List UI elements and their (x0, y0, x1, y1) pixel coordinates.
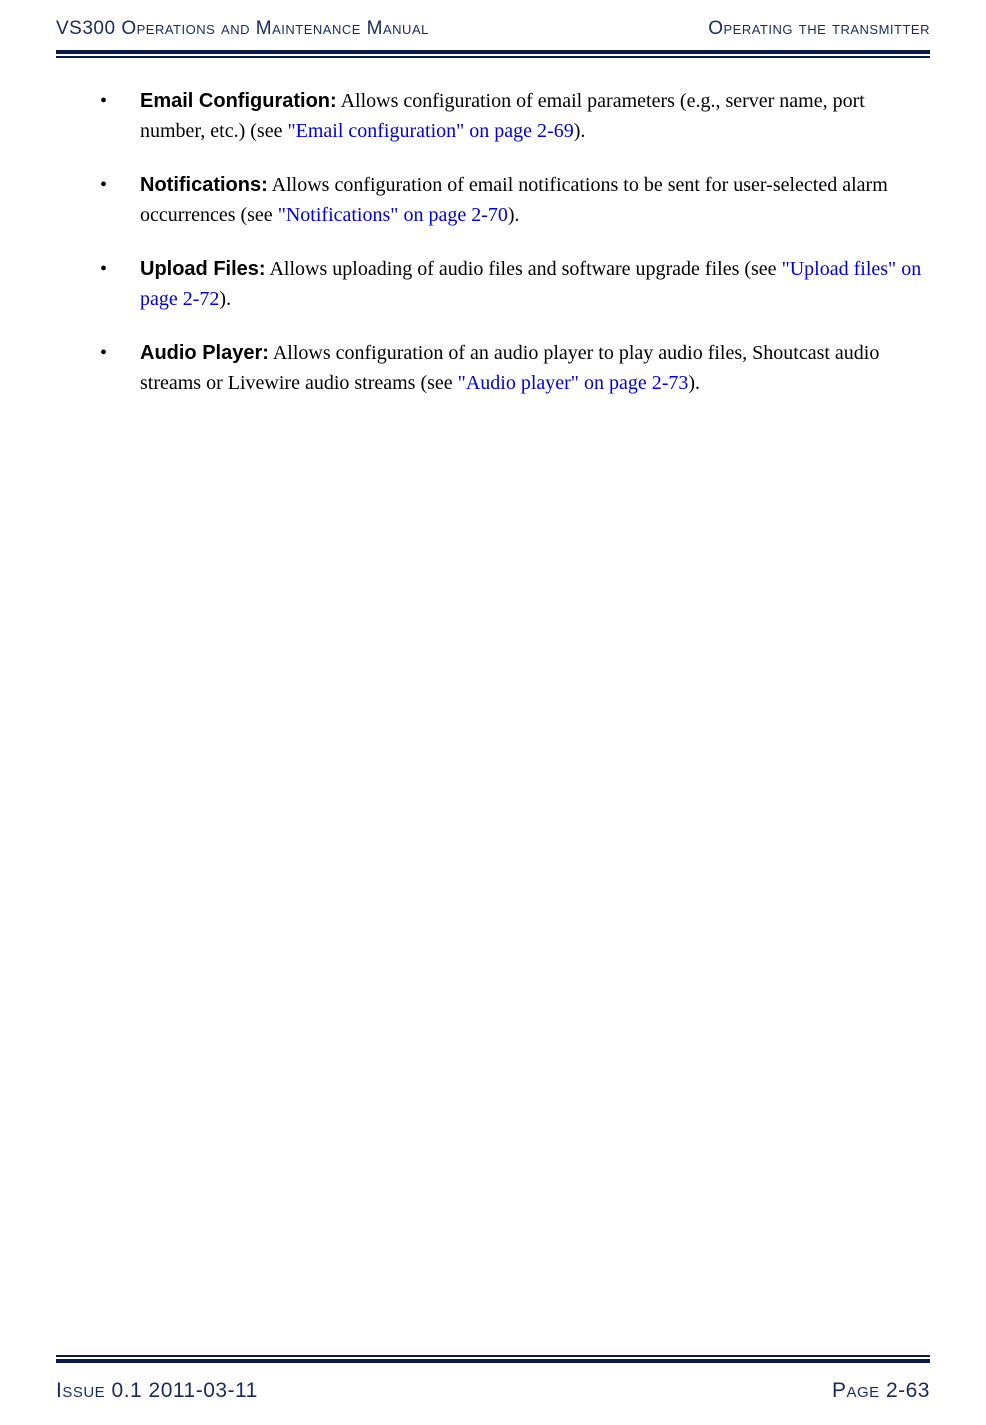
footer-issue-date: Issue 0.1 2011-03-11 (56, 1379, 258, 1403)
footer-page-number: Page 2-63 (832, 1379, 930, 1403)
footer-rule-thin (56, 1355, 930, 1357)
bullet-title: Notifications: (140, 174, 268, 196)
bullet-suffix: ). (574, 120, 586, 142)
bullet-marker: • (100, 86, 140, 146)
list-item: • Notifications: Allows configuration of… (56, 170, 930, 230)
bullet-text: Email Configuration: Allows configuratio… (140, 86, 930, 146)
cross-reference-link[interactable]: "Notifications" on page 2-70 (278, 204, 508, 226)
header-manual-title: VS300 Operations and Maintenance Manual (56, 18, 429, 40)
page-footer: Issue 0.1 2011-03-11 Page 2-63 (56, 1379, 930, 1403)
bullet-text: Upload Files: Allows uploading of audio … (140, 254, 930, 314)
page-content: • Email Configuration: Allows configurat… (0, 58, 986, 398)
bullet-suffix: ). (219, 288, 231, 310)
bullet-marker: • (100, 254, 140, 314)
page-header: VS300 Operations and Maintenance Manual … (0, 0, 986, 50)
cross-reference-link[interactable]: "Email configuration" on page 2-69 (287, 120, 573, 142)
header-rule-thick (56, 50, 930, 54)
bullet-suffix: ). (508, 204, 520, 226)
bullet-text: Notifications: Allows configuration of e… (140, 170, 930, 230)
list-item: • Audio Player: Allows configuration of … (56, 338, 930, 398)
bullet-desc: Allows uploading of audio files and soft… (266, 258, 782, 280)
footer-rule-thick (56, 1359, 930, 1363)
bullet-marker: • (100, 338, 140, 398)
cross-reference-link[interactable]: "Audio player" on page 2-73 (458, 372, 689, 394)
bullet-marker: • (100, 170, 140, 230)
bullet-text: Audio Player: Allows configuration of an… (140, 338, 930, 398)
bullet-title: Email Configuration: (140, 90, 337, 112)
bullet-title: Audio Player: (140, 342, 269, 364)
header-section-title: Operating the transmitter (708, 18, 930, 40)
bullet-title: Upload Files: (140, 258, 266, 280)
list-item: • Email Configuration: Allows configurat… (56, 86, 930, 146)
list-item: • Upload Files: Allows uploading of audi… (56, 254, 930, 314)
bullet-suffix: ). (688, 372, 700, 394)
